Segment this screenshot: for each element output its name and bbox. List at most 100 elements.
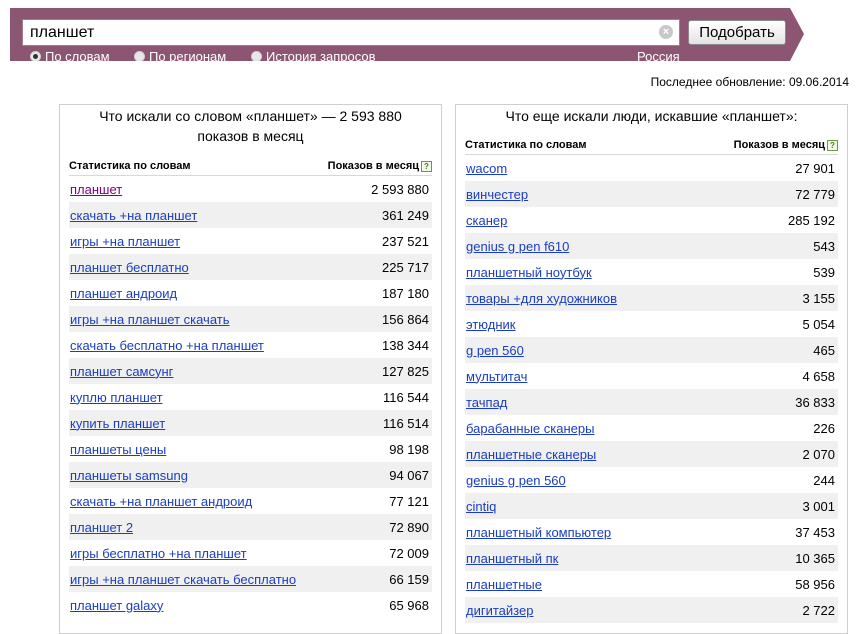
shows-count: 116 544 [382, 389, 429, 405]
table-row: товары +для художников 3 155 [465, 285, 838, 311]
shows-count: 72 009 [389, 545, 429, 561]
phrase-link[interactable]: куплю планшет [70, 390, 163, 405]
mode-label: По словам [45, 49, 110, 64]
phrase-link[interactable]: дигитайзер [466, 603, 533, 618]
submit-button[interactable]: Подобрать [688, 20, 786, 45]
phrase-link[interactable]: genius g pen f610 [466, 239, 569, 254]
search-banner: планшет × Подобрать По словам По региона… [10, 8, 804, 61]
column-header: Статистика по словам Показов в месяц? [69, 158, 432, 176]
shows-count: 127 825 [382, 363, 429, 379]
shows-count: 72 779 [795, 186, 835, 202]
table-row: планшет андроид 187 180 [69, 280, 432, 306]
phrase-link[interactable]: игры +на планшет скачать бесплатно [70, 572, 296, 587]
phrase-link[interactable]: товары +для художников [466, 291, 617, 306]
shows-count: 225 717 [382, 259, 429, 275]
phrase-link[interactable]: винчестер [466, 187, 528, 202]
table-row: барабанные сканеры 226 [465, 415, 838, 441]
shows-count: 77 121 [389, 493, 429, 509]
table-row: куплю планшет 116 544 [69, 384, 432, 410]
phrase-link[interactable]: этюдник [466, 317, 515, 332]
help-icon[interactable]: ? [421, 161, 432, 172]
phrase-link[interactable]: планшетные сканеры [466, 447, 596, 462]
phrase-link[interactable]: wacom [466, 161, 507, 176]
table-row: игры +на планшет скачать бесплатно 66 159 [69, 566, 432, 592]
phrase-link[interactable]: g pen 560 [466, 343, 524, 358]
phrase-link[interactable]: скачать +на планшет андроид [70, 494, 252, 509]
shows-count: 2 593 880 [371, 181, 429, 197]
phrase-link[interactable]: игры бесплатно +на планшет [70, 546, 247, 561]
phrase-link[interactable]: мультитач [466, 369, 527, 384]
column-shows-label: Показов в месяц? [328, 160, 432, 172]
phrase-link[interactable]: планшеты цены [70, 442, 166, 457]
table-row: планшет бесплатно 225 717 [69, 254, 432, 280]
table-row: планшет 2 72 890 [69, 514, 432, 540]
radio-icon[interactable] [30, 51, 41, 61]
table-row: планшет 2 593 880 [69, 176, 432, 202]
panel-title: Что еще искали люди, искавшие «планшет»: [505, 108, 798, 124]
phrase-link[interactable]: планшетный компьютер [466, 525, 611, 540]
mode-label: По регионам [149, 49, 227, 64]
column-header: Статистика по словам Показов в месяц? [465, 137, 838, 155]
phrase-link[interactable]: купить планшет [70, 416, 165, 431]
phrase-link[interactable]: планшет [70, 182, 122, 197]
phrase-link[interactable]: планшетные [466, 577, 542, 592]
shows-count: 66 159 [389, 571, 429, 587]
region-link[interactable]: Россия [637, 49, 680, 61]
mode-by-regions[interactable]: По регионам [134, 49, 227, 64]
shows-count: 138 344 [382, 337, 429, 353]
related-panel: Что еще искали люди, искавшие «планшет»:… [455, 104, 848, 634]
phrase-link[interactable]: планшетный ноутбук [466, 265, 592, 280]
shows-count: 187 180 [382, 285, 429, 301]
shows-count: 58 956 [795, 576, 835, 592]
phrase-link[interactable]: планшет андроид [70, 286, 177, 301]
phrase-link[interactable]: игры +на планшет скачать [70, 312, 230, 327]
shows-count: 2 722 [802, 602, 835, 618]
phrase-link[interactable]: сканер [466, 213, 507, 228]
phrase-link[interactable]: планшетный пк [466, 551, 558, 566]
table-row: мультитач 4 658 [465, 363, 838, 389]
phrase-link[interactable]: планшет 2 [70, 520, 133, 535]
table-row: игры +на планшет скачать 156 864 [69, 306, 432, 332]
shows-count: 65 968 [389, 597, 429, 613]
table-row: скачать +на планшет 361 249 [69, 202, 432, 228]
table-row: wacom 27 901 [465, 155, 838, 181]
phrase-link[interactable]: тачпад [466, 395, 507, 410]
table-row: планшеты цены 98 198 [69, 436, 432, 462]
shows-count: 116 514 [382, 415, 429, 431]
shows-count: 543 [813, 238, 835, 254]
phrase-link[interactable]: игры +на планшет [70, 234, 180, 249]
search-query[interactable]: планшет [30, 24, 94, 42]
shows-count: 539 [813, 264, 835, 280]
phrase-link[interactable]: планшет самсунг [70, 364, 173, 379]
phrase-link[interactable]: планшеты samsung [70, 468, 188, 483]
help-icon[interactable]: ? [827, 140, 838, 151]
column-words-label: Статистика по словам [69, 160, 191, 172]
table-row: планшетный ноутбук 539 [465, 259, 838, 285]
phrase-link[interactable]: планшет бесплатно [70, 260, 189, 275]
phrase-link[interactable]: скачать +на планшет [70, 208, 197, 223]
radio-icon[interactable] [134, 51, 145, 61]
table-row: genius g pen 560 244 [465, 467, 838, 493]
phrase-link[interactable]: cintiq [466, 499, 496, 514]
shows-count: 361 249 [382, 207, 429, 223]
shows-count: 36 833 [795, 394, 835, 410]
table-row: genius g pen f610 543 [465, 233, 838, 259]
phrase-link[interactable]: барабанные сканеры [466, 421, 594, 436]
mode-by-words[interactable]: По словам [30, 49, 110, 64]
phrase-link[interactable]: genius g pen 560 [466, 473, 566, 488]
table-row: игры +на планшет 237 521 [69, 228, 432, 254]
panel-title: Что искали со словом «планшет» — 2 593 8… [99, 108, 402, 144]
shows-count: 72 890 [389, 519, 429, 535]
radio-icon[interactable] [251, 51, 262, 61]
shows-count: 226 [813, 420, 835, 436]
mode-history[interactable]: История запросов [251, 49, 376, 61]
table-row: сканер 285 192 [465, 207, 838, 233]
table-row: планшет galaxy 65 968 [69, 592, 432, 618]
words-panel: Что искали со словом «планшет» — 2 593 8… [59, 104, 442, 634]
clear-icon[interactable]: × [659, 25, 673, 39]
phrase-link[interactable]: планшет galaxy [70, 598, 163, 613]
shows-count: 237 521 [382, 233, 429, 249]
phrase-link[interactable]: скачать бесплатно +на планшет [70, 338, 264, 353]
shows-count: 465 [813, 342, 835, 358]
search-input[interactable]: планшет × [22, 19, 680, 46]
